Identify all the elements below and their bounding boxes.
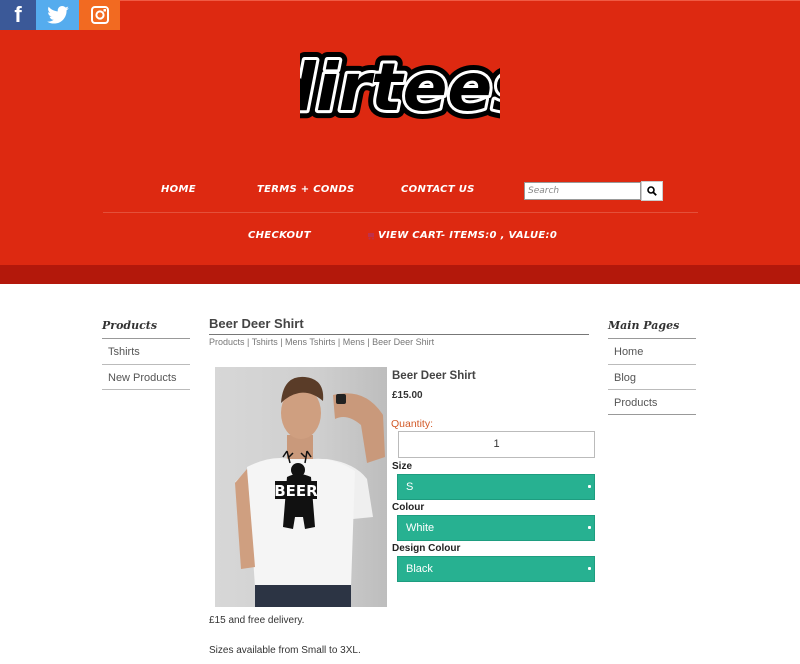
page-title: Beer Deer Shirt (209, 316, 304, 331)
right-sidebar-divider (608, 414, 696, 415)
product-name: Beer Deer Shirt (392, 370, 476, 382)
search-icon (647, 186, 657, 196)
header-bottom-strip (0, 265, 800, 284)
product-image-text: BEER (274, 482, 318, 500)
left-sidebar-divider (102, 364, 190, 365)
chevron-down-icon (588, 567, 591, 570)
header-topline (0, 0, 800, 1)
design-colour-select[interactable]: Black (397, 556, 595, 582)
product-price: £15.00 (392, 390, 423, 401)
quantity-label: Quantity: (391, 418, 434, 430)
breadcrumb[interactable]: Products | Tshirts | Mens Tshirts | Mens… (209, 337, 434, 347)
nav-home[interactable]: Home (161, 184, 196, 195)
product-image[interactable]: BEER (215, 367, 387, 607)
sidebar-item-tshirts[interactable]: Tshirts (108, 346, 140, 358)
search-button[interactable] (641, 181, 663, 201)
sidebar-item-home[interactable]: Home (614, 346, 643, 358)
size-select-value: S (406, 481, 414, 493)
cart-summary: - Items:0 , Value:0 (441, 230, 558, 241)
logo-text: dirtees (300, 49, 500, 126)
left-sidebar-title: Products (102, 319, 158, 332)
nav-checkout[interactable]: Checkout (248, 230, 311, 241)
nav-contact-us[interactable]: Contact Us (401, 184, 475, 195)
nav-divider (103, 212, 698, 213)
colour-select-value: White (406, 522, 435, 534)
right-sidebar-divider (608, 338, 696, 339)
instagram-icon[interactable] (79, 0, 120, 30)
sidebar-item-new-products[interactable]: New Products (108, 372, 176, 384)
size-label: Size (392, 461, 413, 472)
colour-label: Colour (392, 502, 425, 513)
product-description-line: £15 and free delivery. (209, 615, 305, 626)
product-description-line: Sizes available from Small to 3XL. (209, 645, 361, 656)
nav-view-cart[interactable]: View Cart (378, 230, 443, 241)
sidebar-item-blog[interactable]: Blog (614, 372, 636, 384)
quantity-input[interactable]: 1 (398, 431, 595, 458)
facebook-icon[interactable]: f (0, 0, 36, 30)
right-sidebar-title: Main Pages (608, 319, 680, 332)
sidebar-item-products[interactable]: Products (614, 397, 657, 409)
chevron-down-icon (588, 485, 591, 488)
right-sidebar-divider (608, 364, 696, 365)
chevron-down-icon (588, 526, 591, 529)
left-sidebar-divider (102, 389, 190, 390)
design-colour-select-value: Black (406, 563, 433, 575)
size-select[interactable]: S (397, 474, 595, 500)
dirtees-logo[interactable]: dirtees dirtees dirtees (300, 38, 500, 130)
cart-icon (368, 233, 374, 240)
right-sidebar-divider (608, 389, 696, 390)
left-sidebar-divider (102, 338, 190, 339)
design-colour-label: Design Colour (392, 543, 461, 554)
nav-terms-conds[interactable]: Terms + Conds (257, 184, 354, 195)
twitter-icon[interactable] (36, 0, 79, 30)
colour-select[interactable]: White (397, 515, 595, 541)
title-underline (209, 334, 589, 335)
search-input[interactable]: Search (524, 182, 641, 200)
